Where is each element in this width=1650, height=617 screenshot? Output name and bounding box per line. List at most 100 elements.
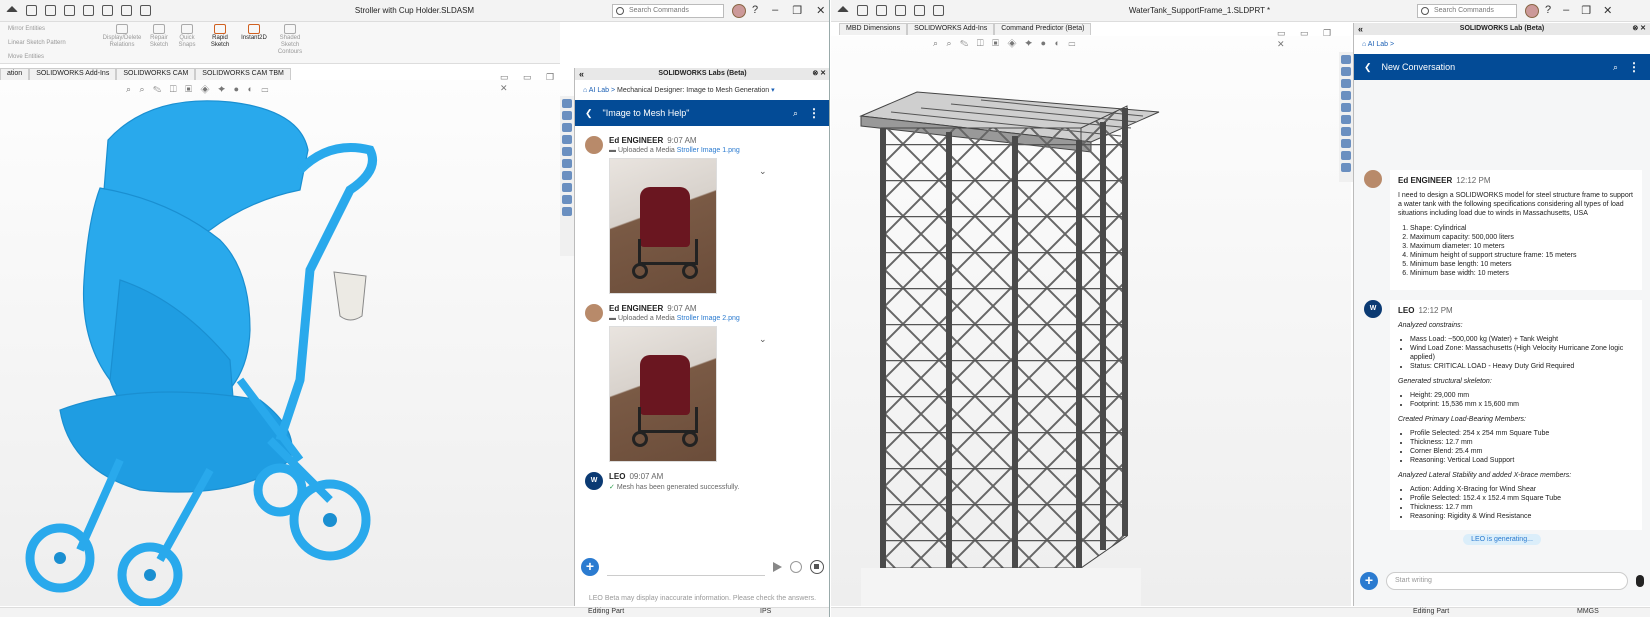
display-relations-button[interactable]: Display/Delete Relations (100, 24, 144, 49)
task-pane-icon[interactable] (1341, 151, 1351, 160)
task-pane-icon[interactable] (1341, 163, 1351, 172)
units-selector[interactable]: IPS (760, 608, 771, 615)
media-link[interactable]: Stroller Image 1.png (677, 147, 740, 154)
globe-icon[interactable] (790, 561, 802, 573)
options-icon[interactable] (933, 5, 944, 16)
help-icon[interactable]: ? (1545, 4, 1551, 17)
message-list[interactable]: Ed ENGINEER 12:12 PM I need to design a S… (1354, 80, 1650, 530)
collapse-panel-icon[interactable]: « (579, 68, 584, 80)
task-pane-icon[interactable] (1341, 67, 1351, 76)
user-avatar[interactable] (1525, 4, 1539, 18)
save-icon[interactable] (895, 5, 906, 16)
breadcrumb-ai-lab[interactable]: AI Lab (1368, 41, 1388, 48)
breadcrumb-ai-lab[interactable]: AI Lab (589, 87, 609, 94)
tab-solidworks-addins[interactable]: SOLIDWORKS Add-Ins (907, 23, 995, 35)
breadcrumb-current[interactable]: Mechanical Designer: Image to Mesh Gener… (617, 87, 769, 94)
tab-annotation[interactable]: ation (0, 68, 30, 80)
message-leo: W LEO12:12 PM Analyzed constrains: Mass … (1354, 300, 1650, 530)
task-pane-icon[interactable] (1341, 79, 1351, 88)
tab-solidworks-cam-tbm[interactable]: SOLIDWORKS CAM TBM (195, 68, 291, 80)
move-entities-button[interactable]: Move Entities (8, 54, 78, 61)
rapid-sketch-button[interactable]: Rapid Sketch (206, 24, 234, 49)
undo-icon[interactable] (102, 5, 113, 16)
print-icon[interactable] (83, 5, 94, 16)
search-icon[interactable]: ⌕ (1613, 62, 1618, 73)
search-icon[interactable]: ⌕ (793, 108, 798, 119)
panel-close-icon[interactable]: ⊗ ✕ (812, 68, 826, 80)
task-pane-icon[interactable] (562, 195, 572, 204)
task-pane-icon[interactable] (562, 111, 572, 120)
task-pane-icon[interactable] (562, 159, 572, 168)
chat-input-field[interactable]: Start writing (1386, 572, 1628, 590)
microphone-icon[interactable] (1636, 575, 1644, 587)
task-pane-icon[interactable] (562, 147, 572, 156)
restore-icon[interactable]: ❐ (1581, 4, 1591, 17)
close-icon[interactable]: ✕ (816, 4, 825, 17)
task-pane-icon[interactable] (1341, 103, 1351, 112)
tab-command-predictor[interactable]: Command Predictor (Beta) (994, 23, 1092, 35)
back-icon[interactable]: ❮ (585, 108, 593, 119)
uploaded-image-2[interactable] (609, 326, 717, 462)
mirror-entities-button[interactable]: Mirror Entities (8, 26, 78, 33)
shaded-contours-button[interactable]: Shaded Sketch Contours (274, 24, 306, 56)
task-pane-icon[interactable] (562, 135, 572, 144)
add-attachment-button[interactable]: + (581, 558, 599, 576)
user-avatar[interactable] (732, 4, 746, 18)
restore-icon[interactable]: ❐ (792, 4, 802, 17)
instant2d-button[interactable]: Instant2D (236, 24, 272, 42)
options-icon[interactable] (140, 5, 151, 16)
task-pane-icon[interactable] (562, 99, 572, 108)
home-icon[interactable] (837, 5, 849, 12)
search-commands-input[interactable]: Search Commands (1417, 4, 1517, 18)
expand-chevron-icon[interactable]: ⌄ (759, 166, 767, 177)
chat-input-field[interactable] (607, 558, 765, 576)
back-icon[interactable]: ❮ (1364, 62, 1372, 73)
help-icon[interactable]: ? (752, 4, 758, 17)
select-icon[interactable] (121, 5, 132, 16)
linear-pattern-button[interactable]: Linear Sketch Pattern (8, 40, 88, 47)
save-icon[interactable] (64, 5, 75, 16)
message-user-1: Ed ENGINEER 9:07 AM ▬ Uploaded a Media St… (575, 136, 829, 294)
close-icon[interactable]: ✕ (1603, 4, 1612, 17)
task-pane-icon[interactable] (1341, 91, 1351, 100)
more-options-icon[interactable]: ⋮ (808, 106, 820, 120)
task-pane-icon[interactable] (562, 183, 572, 192)
panel-close-icon[interactable]: ⊗ ✕ (1632, 23, 1646, 35)
media-link[interactable]: Stroller Image 2.png (677, 315, 740, 322)
minimize-icon[interactable]: – (1563, 4, 1569, 17)
task-pane-icon[interactable] (1341, 139, 1351, 148)
tab-solidworks-addins[interactable]: SOLIDWORKS Add-Ins (29, 68, 117, 80)
open-file-icon[interactable] (45, 5, 56, 16)
task-pane-icon[interactable] (1341, 115, 1351, 124)
home-icon[interactable] (6, 5, 18, 12)
collapse-panel-icon[interactable]: « (1358, 23, 1363, 35)
tab-mbd-dimensions[interactable]: MBD Dimensions (839, 23, 908, 35)
new-file-icon[interactable] (26, 5, 37, 16)
graphics-area[interactable]: ⌕ ⌕ ✎ ◫ ▣ ◈ ✦ ● ◐ ▭ ▭ ▭ ❐ ✕ (0, 72, 574, 606)
task-pane-icon[interactable] (562, 171, 572, 180)
open-file-icon[interactable] (876, 5, 887, 16)
add-attachment-button[interactable]: + (1360, 572, 1378, 590)
send-icon[interactable] (773, 562, 782, 572)
more-options-icon[interactable]: ⋮ (1628, 60, 1640, 74)
graphics-area[interactable]: ⌕ ⌕ ✎ ◫ ▣ ◈ ✦ ● ◐ ▭ ▭ ▭ ❐ ✕ (831, 28, 1351, 606)
task-pane-icon[interactable] (1341, 127, 1351, 136)
search-commands-input[interactable]: Search Commands (612, 4, 724, 18)
new-file-icon[interactable] (857, 5, 868, 16)
uploaded-image-1[interactable] (609, 158, 717, 294)
stop-button[interactable] (810, 560, 824, 574)
task-pane-icon[interactable] (562, 207, 572, 216)
quick-snaps-button[interactable]: Quick Snaps (174, 24, 200, 49)
tab-solidworks-cam[interactable]: SOLIDWORKS CAM (116, 68, 196, 80)
task-pane-icon[interactable] (562, 123, 572, 132)
repair-sketch-button[interactable]: Repair Sketch (146, 24, 172, 49)
minimize-icon[interactable]: – (772, 4, 778, 17)
search-icon (616, 7, 624, 15)
breadcrumb-home-icon[interactable]: ⌂ (583, 87, 587, 94)
expand-chevron-icon[interactable]: ⌄ (759, 334, 767, 345)
task-pane-icon[interactable] (1341, 55, 1351, 64)
breadcrumb-home-icon[interactable]: ⌂ (1362, 41, 1366, 48)
print-icon[interactable] (914, 5, 925, 16)
message-list[interactable]: Ed ENGINEER 9:07 AM ▬ Uploaded a Media St… (575, 126, 829, 550)
units-selector[interactable]: MMGS (1577, 608, 1599, 615)
